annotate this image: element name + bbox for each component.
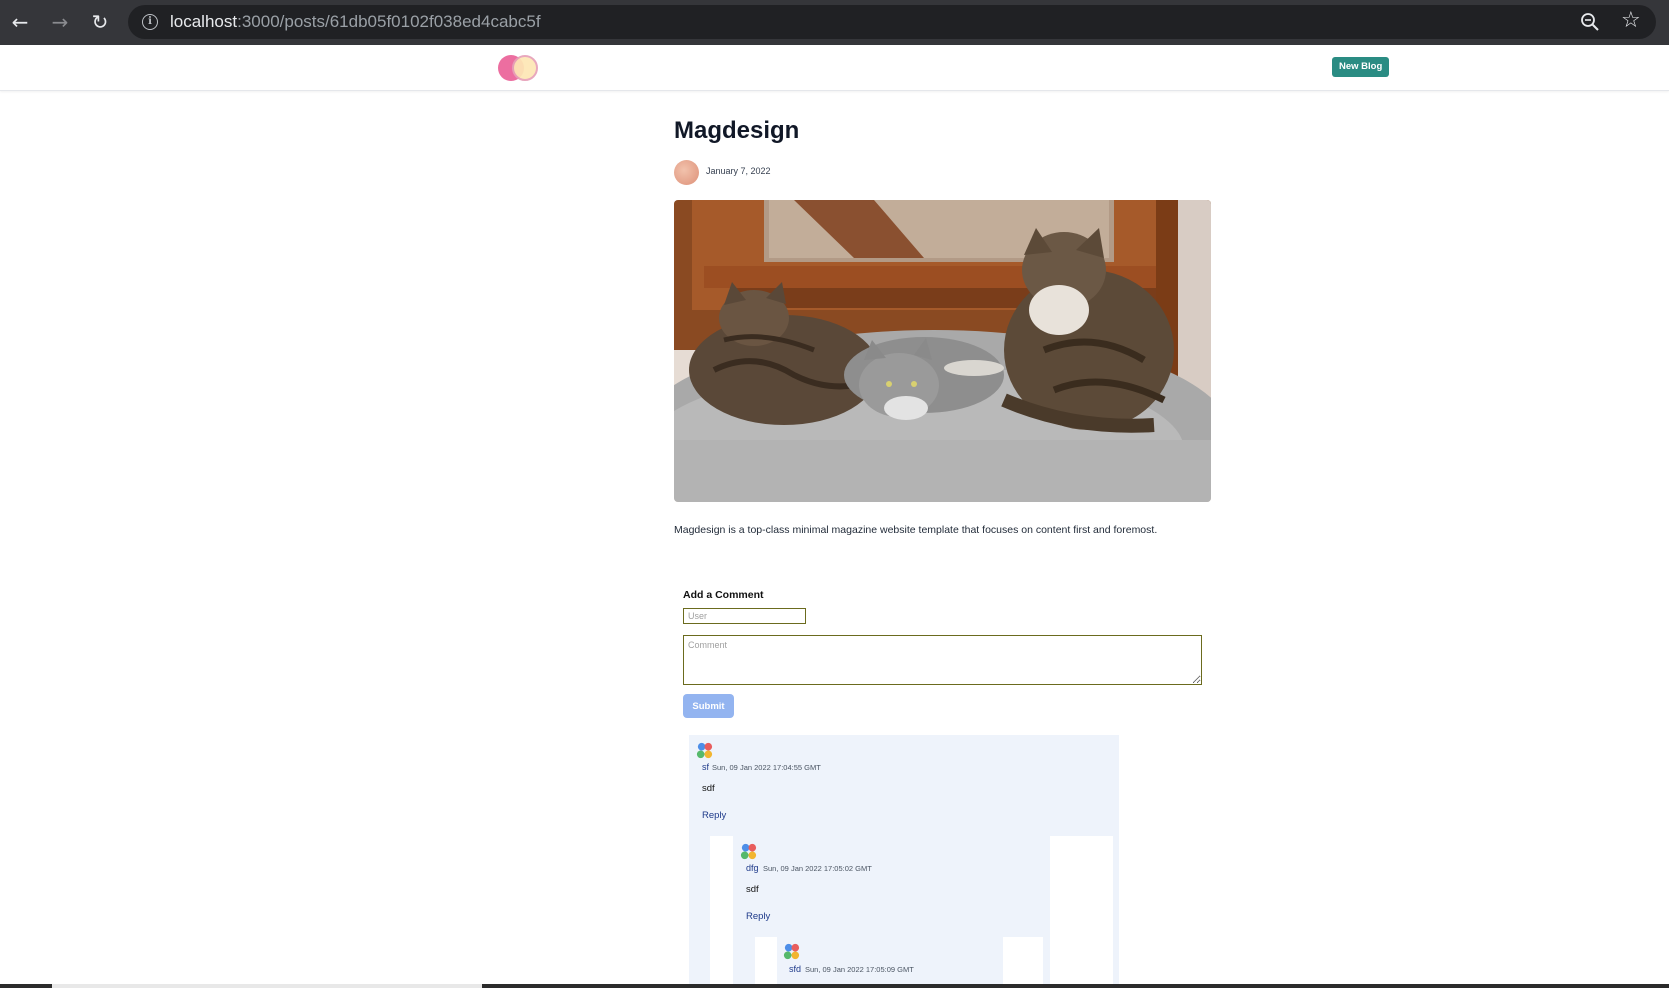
comment-user[interactable]: dfg (746, 863, 759, 873)
bottom-edge-segment (52, 984, 482, 988)
reply-link[interactable]: Reply (746, 911, 770, 922)
nested-comment-thread-2 (777, 937, 1003, 984)
submit-button[interactable]: Submit (683, 694, 734, 718)
comment-text: sdf (702, 783, 715, 794)
user-group-icon (783, 943, 800, 960)
reply-link[interactable]: Reply (702, 810, 726, 821)
user-input[interactable] (683, 608, 806, 624)
user-group-icon (740, 843, 757, 860)
post-date: January 7, 2022 (706, 166, 771, 176)
add-comment-heading: Add a Comment (683, 589, 764, 601)
url-path: :3000/posts/61db05f0102f038ed4cabc5f (237, 12, 541, 31)
url-host: localhost (170, 12, 238, 31)
comment-user[interactable]: sf (702, 762, 709, 772)
comment-text: sdf (746, 884, 759, 895)
post-title: Magdesign (674, 117, 800, 144)
nested-side-gap (1003, 937, 1043, 984)
author-avatar (674, 160, 699, 185)
reload-icon[interactable]: ↻ (86, 8, 114, 36)
site-logo[interactable] (498, 55, 542, 81)
comment-time: Sun, 09 Jan 2022 17:05:09 GMT (805, 965, 914, 974)
logo-circle-cream (512, 55, 538, 81)
star-icon[interactable]: ☆ (1621, 10, 1641, 32)
url-text[interactable]: localhost:3000/posts/61db05f0102f038ed4c… (170, 12, 541, 32)
site-navbar: New Blog (0, 45, 1669, 91)
address-bar[interactable]: i localhost:3000/posts/61db05f0102f038ed… (128, 5, 1656, 39)
info-icon[interactable]: i (142, 14, 158, 30)
post-body: Magdesign is a top-class minimal magazin… (674, 524, 1158, 536)
post-image (674, 200, 1211, 502)
comment-time: Sun, 09 Jan 2022 17:04:55 GMT (712, 763, 821, 772)
zoom-out-icon[interactable] (1580, 12, 1600, 32)
comment-textarea[interactable] (683, 635, 1202, 685)
comment-user[interactable]: sfd (789, 964, 801, 974)
forward-icon[interactable]: → (46, 8, 74, 36)
browser-toolbar: ← → ↻ i localhost:3000/posts/61db05f0102… (0, 0, 1669, 45)
thread-side-gap (1050, 836, 1113, 984)
back-icon[interactable]: ← (6, 8, 34, 36)
user-group-icon (696, 742, 713, 759)
thread-indent-gap (710, 836, 733, 984)
new-blog-button[interactable]: New Blog (1332, 57, 1390, 77)
comment-time: Sun, 09 Jan 2022 17:05:02 GMT (763, 864, 872, 873)
nested-indent-gap (755, 937, 777, 984)
bottom-edge (0, 984, 1669, 988)
